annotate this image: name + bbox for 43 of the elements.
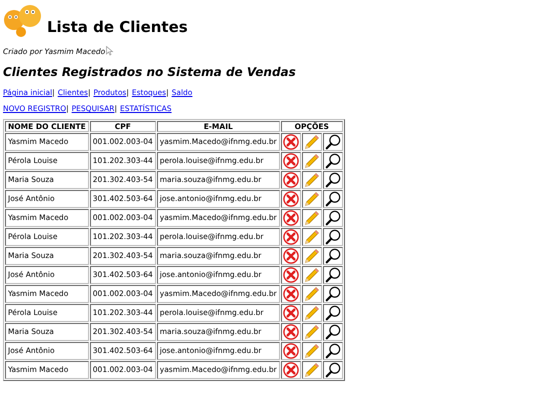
page-title: Lista de Clientes	[47, 18, 188, 36]
pencil-icon[interactable]	[304, 305, 320, 321]
pencil-icon[interactable]	[304, 172, 320, 188]
magnifier-icon[interactable]	[324, 191, 341, 207]
pencil-icon[interactable]	[304, 134, 320, 150]
delete-icon[interactable]	[282, 172, 299, 188]
pencil-icon[interactable]	[304, 267, 320, 283]
cursor-icon	[106, 46, 114, 56]
section-heading: Clientes Registrados no Sistema de Vendas	[3, 65, 297, 79]
delete-icon[interactable]	[282, 324, 299, 340]
delete-icon[interactable]	[282, 362, 299, 378]
delete-icon[interactable]	[282, 343, 299, 359]
smiley-faces-icon	[3, 4, 43, 38]
magnifier-icon[interactable]	[324, 248, 341, 264]
magnifier-icon[interactable]	[324, 305, 341, 321]
pencil-icon[interactable]	[304, 210, 320, 226]
delete-icon[interactable]	[282, 229, 299, 245]
magnifier-icon[interactable]	[324, 267, 341, 283]
delete-icon[interactable]	[282, 153, 299, 169]
pencil-icon[interactable]	[304, 248, 320, 264]
magnifier-icon[interactable]	[324, 362, 341, 378]
magnifier-icon[interactable]	[324, 153, 341, 169]
magnifier-icon[interactable]	[324, 343, 341, 359]
pencil-icon[interactable]	[304, 343, 320, 359]
pencil-icon[interactable]	[304, 324, 320, 340]
pencil-icon[interactable]	[304, 229, 320, 245]
pencil-icon[interactable]	[304, 191, 320, 207]
delete-icon[interactable]	[282, 134, 299, 150]
pencil-icon[interactable]	[304, 362, 320, 378]
magnifier-icon[interactable]	[324, 210, 341, 226]
magnifier-icon[interactable]	[324, 172, 341, 188]
delete-icon[interactable]	[282, 210, 299, 226]
delete-icon[interactable]	[282, 267, 299, 283]
pencil-icon[interactable]	[304, 153, 320, 169]
delete-icon[interactable]	[282, 248, 299, 264]
pencil-icon[interactable]	[304, 286, 320, 302]
delete-icon[interactable]	[282, 191, 299, 207]
delete-icon[interactable]	[282, 305, 299, 321]
magnifier-icon[interactable]	[324, 134, 341, 150]
magnifier-icon[interactable]	[324, 229, 341, 245]
delete-icon[interactable]	[282, 286, 299, 302]
magnifier-icon[interactable]	[324, 286, 341, 302]
magnifier-icon[interactable]	[324, 324, 341, 340]
